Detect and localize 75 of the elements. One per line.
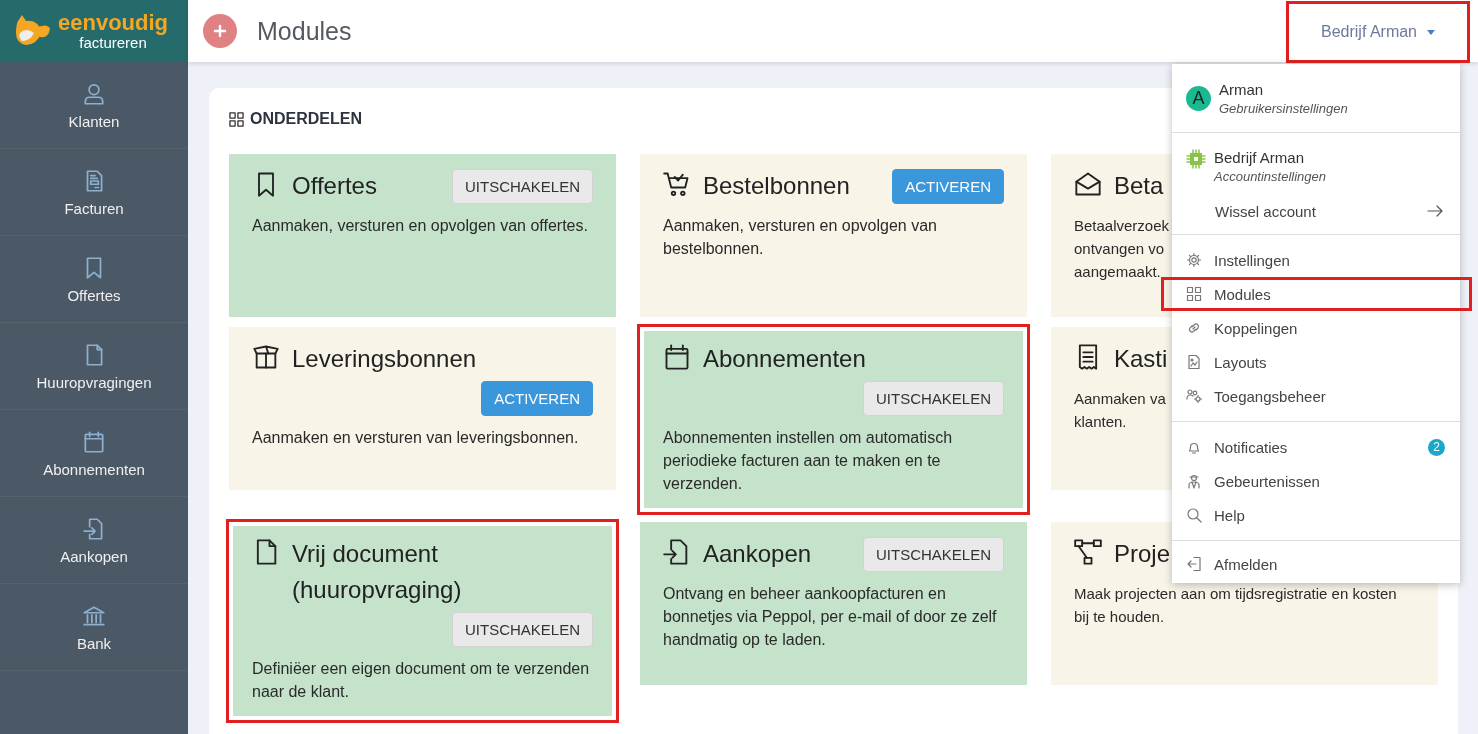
arrow-right-icon	[1427, 205, 1443, 217]
plus-icon	[213, 24, 227, 38]
page-title: Modules	[257, 16, 352, 46]
image-file-icon	[1186, 354, 1202, 370]
chip-icon	[1186, 149, 1206, 169]
grid-icon	[1186, 286, 1202, 302]
menu-subtitle: Gebruikersinstellingen	[1219, 101, 1348, 116]
account-dropdown[interactable]: Bedrijf Arman	[1286, 1, 1470, 63]
sign-out-icon	[1186, 556, 1202, 572]
module-title: Bestelbonnen	[703, 171, 850, 201]
sidebar-item[interactable]: Klanten	[0, 62, 188, 149]
module-description: Definiëer een eigen document om te verzenden naar de klant.	[252, 659, 591, 702]
menu-item[interactable]: Toegangsbeheer	[1172, 379, 1460, 413]
menu-item[interactable]: Layouts	[1172, 345, 1460, 379]
account-name: Bedrijf Arman	[1214, 149, 1306, 166]
network-icon	[1074, 538, 1102, 566]
module-description: ontvangen vo	[1074, 239, 1165, 259]
account-settings-item[interactable]: Bedrijf Arman Accountinstellingen	[1172, 145, 1460, 188]
module-description: Aanmaken en versturen van leveringsbonnen.	[252, 428, 580, 448]
envelope-icon	[1074, 170, 1102, 198]
module-title: Proje	[1114, 539, 1171, 569]
menu-item[interactable]: Modules	[1161, 277, 1472, 311]
add-button[interactable]	[203, 14, 237, 48]
module-description: Betaalverzoek	[1074, 216, 1170, 236]
avatar: A	[1186, 86, 1211, 111]
cart-icon	[663, 170, 691, 198]
module-description: Abonnementen instellen om automatisch periodieke facturen aan te maken en te verzenden.	[663, 428, 954, 494]
calendar-icon	[81, 428, 107, 455]
sidebar-item[interactable]: Offertes	[0, 236, 188, 323]
disable-button[interactable]: UITSCHAKELEN	[451, 168, 593, 204]
user-name: Arman	[1219, 81, 1265, 98]
grid-icon	[229, 111, 244, 127]
menu-item[interactable]: Gebeurtenissen	[1172, 464, 1460, 498]
logo-tagline: factureren	[79, 35, 147, 50]
module-title: Aankopen	[703, 539, 812, 569]
sidebar-item[interactable]: Abonnementen	[0, 410, 188, 497]
count-badge: 2	[1428, 438, 1445, 456]
module-title: Beta	[1114, 171, 1164, 201]
module-title: Leveringsbonnen	[292, 344, 477, 374]
box-icon	[252, 343, 280, 371]
users-gear-icon	[1186, 388, 1202, 404]
module-description: Aanmaken, versturen en opvolgen van bestelbonnen.	[663, 216, 938, 259]
sidebar-item[interactable]: Facturen	[0, 149, 188, 236]
module-title: Vrij document (huuropvraging)	[292, 539, 463, 605]
menu-item[interactable]: Afmelden	[1172, 547, 1460, 581]
section-title: ONDERDELEN	[250, 110, 362, 128]
gear-icon	[1186, 252, 1202, 268]
caret-icon	[1427, 29, 1435, 35]
search-icon	[1186, 507, 1202, 523]
sidebar-item[interactable]: Aankopen	[0, 497, 188, 584]
menu-item[interactable]: Instellingen	[1172, 243, 1460, 277]
calendar-icon	[663, 343, 691, 371]
module-description: Ontvang en beheer aankoopfacturen en bonnetjes via Peppol, per e-mail of door ze zelf handmatig op te laden.	[663, 584, 998, 650]
spy-icon	[1186, 473, 1202, 489]
sidebar-item[interactable]: Bank	[0, 584, 188, 671]
sidebar-item[interactable]: Huuropvragingen	[0, 323, 188, 410]
disable-button[interactable]: UITSCHAKELEN	[451, 612, 593, 647]
module-description: aangemaakt.	[1074, 262, 1161, 282]
module-description: klanten.	[1074, 412, 1127, 432]
module-title: Kasti	[1114, 344, 1168, 374]
menu-item[interactable]: Wissel account	[1172, 194, 1460, 228]
module-description: Maak projecten aan om tijdsregistratie en kosten	[1074, 584, 1397, 604]
menu-item[interactable]: Koppelingen	[1172, 311, 1460, 345]
menu-subtitle: Accountinstellingen	[1214, 169, 1327, 184]
module-title: Abonnementen	[703, 344, 866, 374]
menu-item[interactable]: Help	[1172, 498, 1460, 532]
menu-item[interactable]: Notificaties 2	[1172, 430, 1460, 464]
link-icon	[1186, 320, 1202, 336]
module-title: Offertes	[292, 171, 377, 201]
disable-button[interactable]: UITSCHAKELEN	[862, 536, 1004, 572]
module-description: Aanmaken, versturen en opvolgen van offertes.	[252, 216, 589, 236]
module-description: bij te houden.	[1074, 607, 1165, 627]
disable-button[interactable]: UITSCHAKELEN	[862, 381, 1004, 416]
logo-name: eenvoudig	[58, 12, 168, 34]
module-description: Aanmaken va	[1074, 389, 1166, 409]
